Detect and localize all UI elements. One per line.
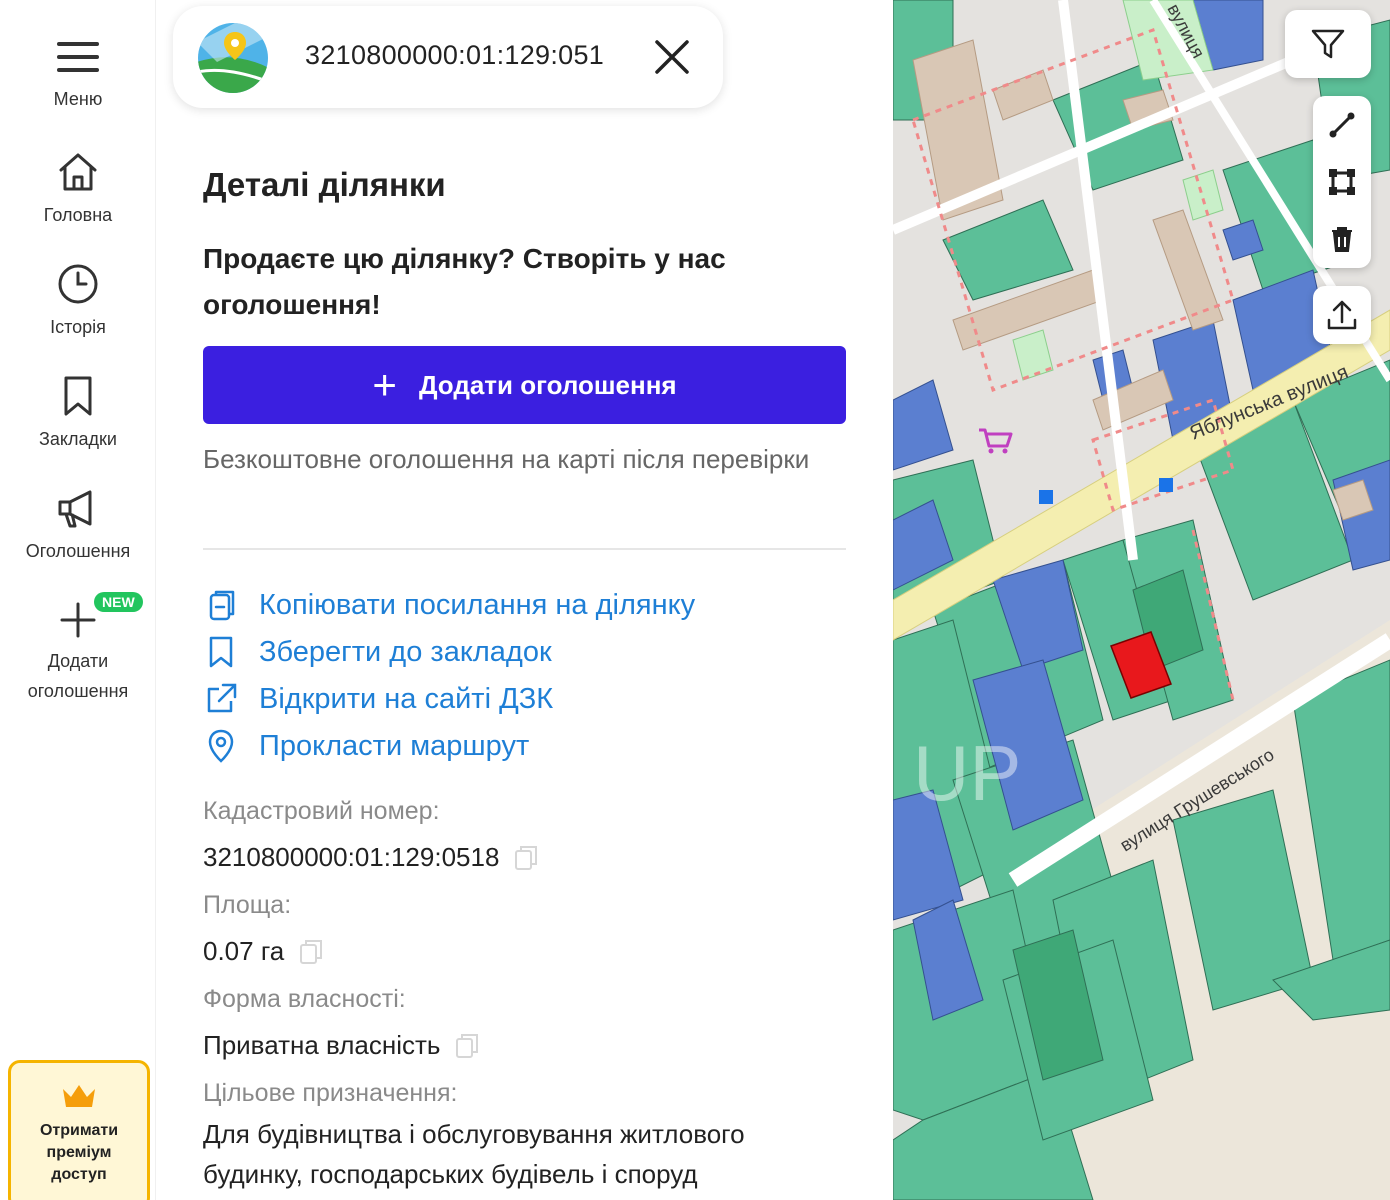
promo-text: Продаєте цю ділянку? Створіть у нас огол…	[203, 243, 726, 320]
menu-button[interactable]: Меню	[0, 38, 156, 114]
map-watermark: UP	[913, 729, 1021, 817]
bookmark-icon	[64, 376, 92, 416]
sidebar-item-listings[interactable]: Оголошення	[0, 486, 156, 566]
search-bar[interactable]: 3210800000:01:129:051	[173, 6, 723, 108]
export-button[interactable]	[1313, 286, 1371, 344]
details-panel: 3210800000:01:129:051 Деталі ділянки Про…	[157, 0, 893, 1200]
route-label: Прокласти маршрут	[259, 729, 530, 762]
search-input[interactable]: 3210800000:01:129:051	[305, 40, 604, 71]
add-listing-label: Додати оголошення	[418, 369, 677, 400]
add-listing-button[interactable]: + Додати оголошення	[203, 346, 846, 424]
upload-icon	[1327, 300, 1357, 330]
sidebar-item-label: Додати оголошення	[27, 651, 129, 701]
copy-link-action[interactable]: Копіювати посилання на ділянку	[203, 585, 695, 625]
copy-icon[interactable]	[298, 938, 324, 966]
sidebar-item-home[interactable]: Головна	[0, 150, 156, 230]
copy-icon[interactable]	[454, 1032, 480, 1060]
map-view[interactable]: Яблунська вулиця вулиця Грушевського вул…	[893, 0, 1390, 1200]
free-listing-note: Безкоштовне оголошення на карті після пе…	[203, 444, 810, 474]
copy-icon[interactable]	[513, 844, 539, 872]
open-dzk-action[interactable]: Відкрити на сайті ДЗК	[203, 679, 553, 719]
sidebar-item-add-listing[interactable]: NEW Додати оголошення	[0, 592, 156, 706]
clock-icon	[58, 264, 98, 304]
location-pin-icon	[208, 729, 234, 763]
plus-icon	[60, 602, 96, 638]
filter-icon	[1311, 29, 1345, 59]
section-title: Деталі ділянки	[203, 166, 446, 203]
draw-tools	[1313, 96, 1371, 268]
save-bookmark-action[interactable]: Зберегти до закладок	[203, 632, 552, 672]
area-value-row: 0.07 га	[203, 936, 324, 967]
filter-button[interactable]	[1285, 10, 1371, 78]
app-root: Меню Головна Історія Закладки Оголошення…	[0, 0, 1390, 1200]
delete-icon[interactable]	[1328, 225, 1356, 253]
measure-area-icon[interactable]	[1328, 168, 1356, 196]
menu-label: Меню	[53, 89, 103, 109]
save-bookmark-label: Зберегти до закладок	[259, 635, 552, 668]
crown-icon	[63, 1085, 95, 1107]
purpose-label: Цільове призначення:	[203, 1079, 458, 1107]
sidebar-item-label: Оголошення	[25, 541, 131, 561]
route-action[interactable]: Прокласти маршрут	[203, 726, 529, 766]
purpose-value: Для будівництва і обслуговування житлово…	[203, 1119, 745, 1189]
premium-access-button[interactable]: Отримати преміум доступ	[8, 1060, 150, 1200]
ownership-value: Приватна власність	[203, 1030, 441, 1060]
sidebar-item-bookmarks[interactable]: Закладки	[0, 374, 156, 454]
area-value: 0.07 га	[203, 936, 285, 966]
megaphone-icon	[58, 490, 92, 528]
sidebar-item-label: Головна	[43, 205, 113, 225]
sidebar-item-label: Історія	[50, 317, 106, 337]
hamburger-menu-icon	[57, 42, 99, 72]
cadastral-label: Кадастровий номер:	[203, 797, 440, 825]
home-icon	[59, 153, 97, 191]
open-dzk-label: Відкрити на сайті ДЗК	[259, 682, 554, 715]
ownership-value-row: Приватна власність	[203, 1030, 480, 1061]
sidebar-item-label: Закладки	[39, 429, 117, 449]
copy-link-label: Копіювати посилання на ділянку	[259, 588, 696, 621]
external-link-icon	[207, 683, 237, 713]
sidebar: Меню Головна Історія Закладки Оголошення…	[0, 0, 156, 1200]
bookmark-icon	[209, 636, 233, 668]
ownership-label: Форма власності:	[203, 985, 406, 1013]
copy-link-icon	[209, 590, 235, 621]
cadastral-value-row: 3210800000:01:129:0518	[203, 842, 539, 873]
cadastral-value: 3210800000:01:129:0518	[203, 842, 500, 872]
sidebar-item-history[interactable]: Історія	[0, 262, 156, 342]
premium-text: Отримати преміум доступ	[39, 1122, 119, 1183]
close-icon[interactable]	[651, 36, 693, 78]
divider	[203, 548, 846, 550]
new-badge: NEW	[94, 592, 143, 612]
measure-line-icon[interactable]	[1328, 111, 1356, 139]
area-label: Площа:	[203, 891, 292, 919]
map-logo-icon	[198, 23, 268, 93]
plus-icon: +	[372, 361, 397, 408]
